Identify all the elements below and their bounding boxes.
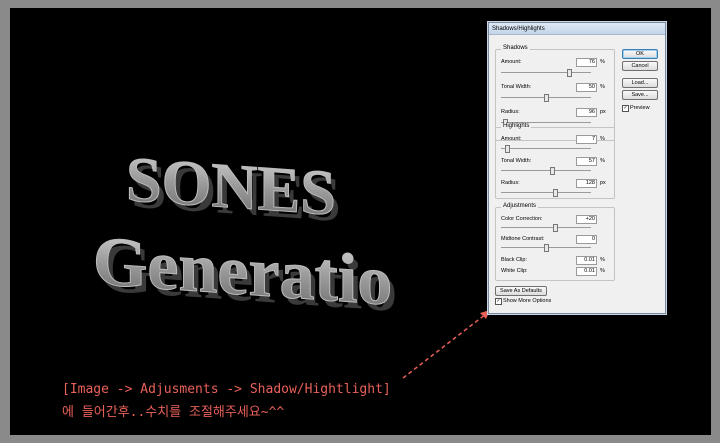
caption-menu-path: [Image -> Adjusments -> Shadow/Hightligh… — [62, 382, 391, 397]
highlights-tonal-width-slider-thumb[interactable] — [550, 167, 556, 175]
shadows-radius-label: Radius: — [501, 109, 520, 115]
show-more-options-label: Show More Options — [503, 298, 552, 304]
midtone-contrast-slider[interactable] — [501, 244, 591, 252]
shadows-amount-label: Amount: — [501, 59, 522, 65]
black-clip-input[interactable]: 0.01 — [576, 256, 597, 265]
ok-button[interactable]: OK — [622, 49, 658, 59]
caption-instruction: 에 들어간후..수치를 조절해주세요~^^ — [62, 405, 285, 420]
midtone-contrast-label: Midtone Contrast: — [501, 236, 545, 242]
dashed-arrow — [402, 310, 490, 379]
preview-label: Preview — [630, 105, 650, 111]
shadows-amount-unit: % — [600, 59, 605, 65]
shadows-tonal-width-slider-thumb[interactable] — [544, 94, 549, 102]
highlights-amount-input[interactable]: 7 — [576, 135, 597, 144]
highlights-group: Highlights Amount: 7 % Tonal Width: 57 %… — [495, 123, 615, 199]
cancel-button[interactable]: Cancel — [622, 61, 658, 71]
adjustments-group: Adjustments Color Correction: +20 Midton… — [495, 203, 615, 281]
art-line2: Generatio Generatio — [93, 222, 398, 327]
highlights-tonal-width-slider[interactable] — [501, 167, 591, 175]
highlights-radius-unit: px — [600, 180, 606, 186]
shadows-radius-unit: px — [600, 109, 606, 115]
black-clip-unit: % — [600, 257, 605, 263]
highlights-amount-slider-thumb[interactable] — [505, 145, 511, 153]
shadows-tonal-width-slider[interactable] — [501, 94, 591, 102]
white-clip-unit: % — [600, 268, 605, 274]
adjustments-legend: Adjustments — [501, 203, 539, 209]
shadows-amount-slider[interactable] — [501, 69, 591, 77]
midtone-contrast-input[interactable]: 0 — [576, 235, 597, 244]
shadows-tonal-width-label: Tonal Width: — [501, 84, 532, 90]
shadows-amount-slider-thumb[interactable] — [567, 69, 573, 77]
save-as-defaults-button[interactable]: Save As Defaults — [495, 286, 547, 296]
highlights-amount-slider[interactable] — [501, 145, 591, 153]
show-more-options-checkbox[interactable]: ✓ — [495, 298, 502, 305]
midtone-contrast-slider-thumb[interactable] — [544, 244, 549, 252]
dialog-title: Shadows/Highlights — [489, 23, 665, 35]
shadows-tonal-width-input[interactable]: 50 — [576, 83, 597, 92]
highlights-amount-label: Amount: — [501, 136, 522, 142]
black-clip-label: Black Clip: — [501, 257, 527, 263]
highlights-amount-unit: % — [600, 136, 605, 142]
color-correction-slider[interactable] — [501, 224, 591, 232]
save-button[interactable]: Save... — [622, 90, 658, 100]
load-button[interactable]: Load... — [622, 78, 658, 88]
shadows-radius-input[interactable]: 96 — [576, 108, 597, 117]
highlights-radius-input[interactable]: 128 — [576, 179, 597, 188]
color-correction-slider-thumb[interactable] — [553, 224, 558, 232]
art-line1: SONES SONES — [125, 143, 340, 235]
preview-checkbox[interactable]: ✓ — [622, 105, 629, 112]
white-clip-label: White Clip: — [501, 268, 528, 274]
svg-text:SONES: SONES — [126, 143, 336, 229]
highlights-tonal-width-input[interactable]: 57 — [576, 157, 597, 166]
color-correction-input[interactable]: +20 — [576, 215, 597, 224]
shadows-legend: Shadows — [501, 45, 530, 51]
highlights-legend: Highlights — [501, 123, 532, 129]
shadows-amount-input[interactable]: 76 — [576, 58, 597, 67]
highlights-radius-slider[interactable] — [501, 189, 591, 197]
highlights-radius-slider-thumb[interactable] — [553, 189, 558, 197]
color-correction-label: Color Correction: — [501, 216, 543, 222]
highlights-radius-label: Radius: — [501, 180, 520, 186]
white-clip-input[interactable]: 0.01 — [576, 267, 597, 276]
highlights-tonal-width-label: Tonal Width: — [501, 158, 532, 164]
highlights-tonal-width-unit: % — [600, 158, 605, 164]
shadows-highlights-dialog: Shadows/Highlights Shadows Amount: 76 % … — [488, 22, 666, 314]
shadows-tonal-width-unit: % — [600, 84, 605, 90]
